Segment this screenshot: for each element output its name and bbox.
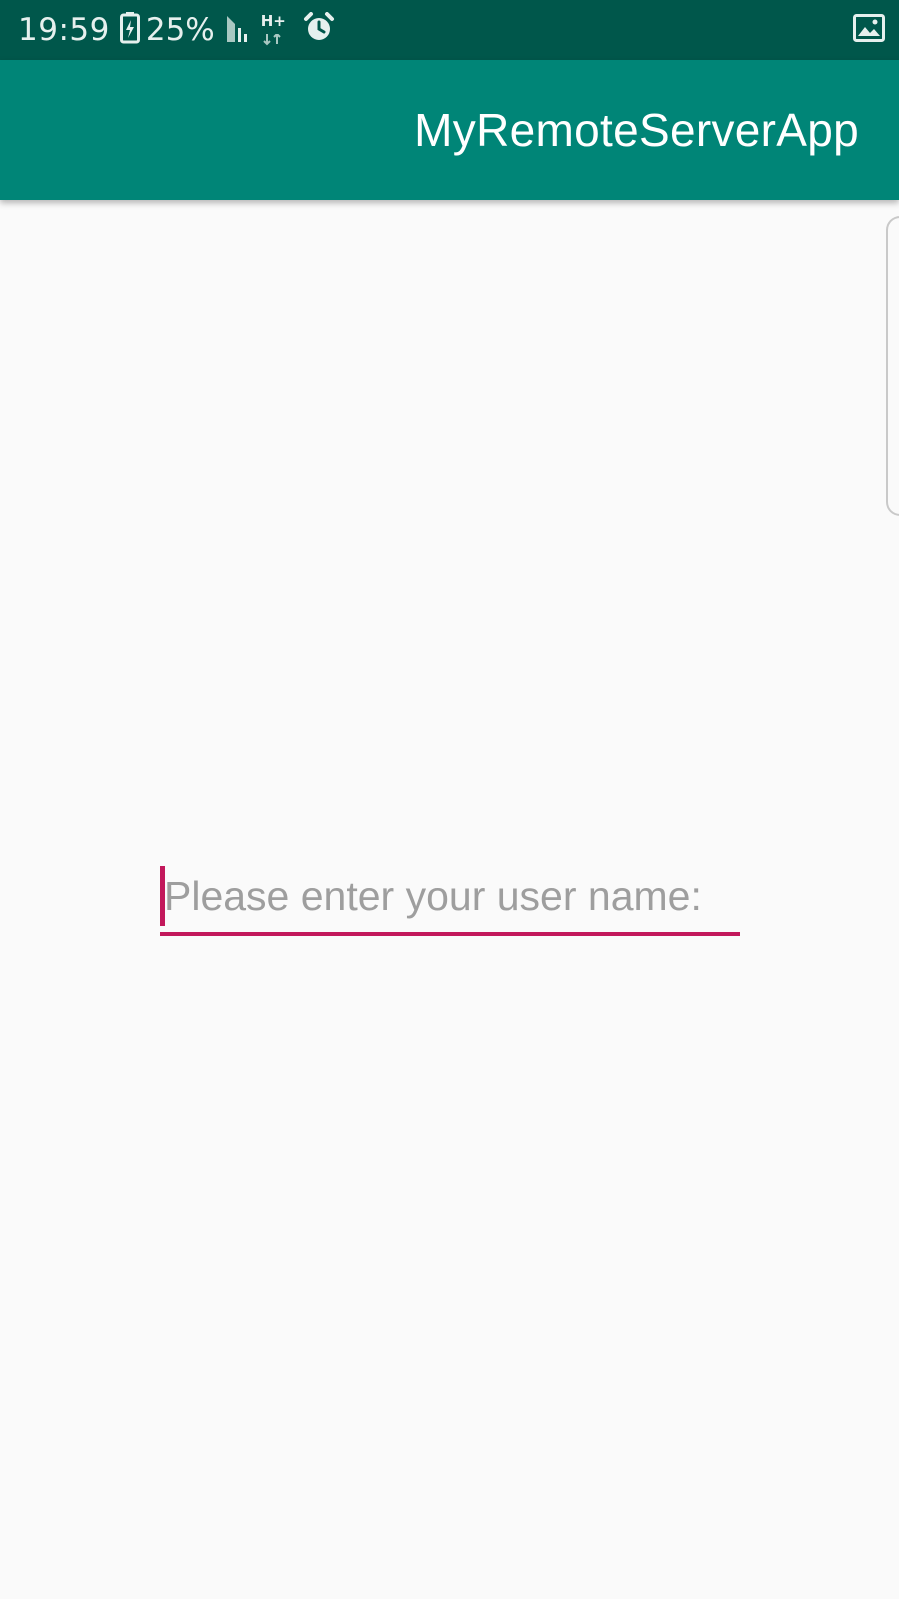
alarm-icon (303, 11, 335, 49)
app-title: MyRemoteServerApp (414, 104, 859, 156)
app-bar: MyRemoteServerApp (0, 60, 899, 200)
battery-charging-icon (119, 11, 140, 49)
username-input[interactable] (160, 866, 740, 926)
signal-icon (225, 14, 251, 47)
network-type-label: H+ (260, 12, 286, 30)
input-underline (160, 932, 740, 936)
edge-panel-handle[interactable] (886, 216, 899, 516)
network-hplus-icon: H+ (261, 10, 287, 50)
status-time: 19:59 (18, 12, 110, 48)
status-bar: 19:59 25% H+ (0, 0, 899, 60)
text-cursor (160, 866, 165, 926)
username-field[interactable] (160, 866, 740, 938)
image-notification-icon (853, 13, 885, 47)
battery-percent: 25% (145, 12, 215, 48)
